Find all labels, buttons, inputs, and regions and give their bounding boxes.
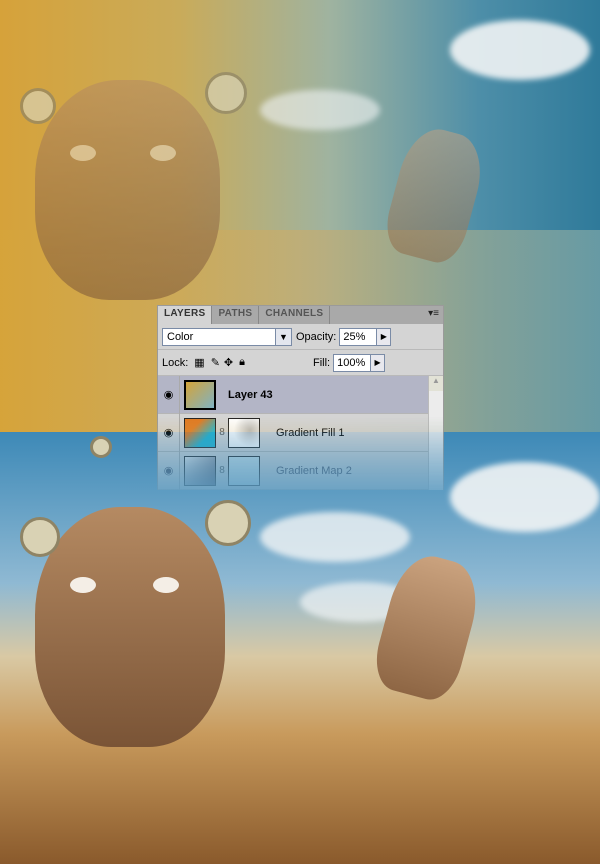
clock [20, 88, 56, 124]
chevron-down-icon[interactable]: ▼ [275, 328, 291, 345]
opacity-slider-arrow-icon[interactable]: ▶ [377, 327, 392, 346]
mask-thumbnail [228, 455, 260, 486]
cloud [260, 512, 410, 562]
layer-name: Gradient Fill 1 [276, 426, 345, 439]
cloud [260, 90, 380, 130]
blend-row: Color ▼ Opacity: 25% ▶ [158, 324, 443, 350]
visibility-eye-icon[interactable]: ◉ [158, 413, 180, 452]
layer-thumbnail [184, 379, 216, 410]
scroll-up-icon[interactable]: ▲ [429, 376, 443, 391]
clock [205, 72, 247, 114]
layer-row-layer-43[interactable]: ◉ Layer 43 [158, 375, 428, 414]
link-chain-icon[interactable]: 8 [216, 465, 228, 476]
layer-name: Gradient Map 2 [276, 464, 352, 477]
lock-transparency-icon[interactable]: ▦ [194, 356, 204, 369]
cloud [450, 20, 590, 80]
fill-slider-arrow-icon[interactable]: ▶ [371, 353, 386, 372]
fill-label: Fill: [313, 356, 331, 369]
clock [90, 436, 112, 458]
artwork-original [0, 432, 600, 864]
clock [205, 500, 251, 546]
gradient-map-thumbnail [184, 455, 216, 486]
link-chain-icon[interactable]: 8 [216, 427, 228, 438]
cloud [450, 462, 600, 532]
clock [20, 517, 60, 557]
tab-channels[interactable]: CHANNELS [259, 306, 331, 324]
lock-label: Lock: [162, 356, 189, 369]
layer-name: Layer 43 [228, 388, 273, 401]
layers-scrollbar[interactable]: ▲ [428, 376, 443, 490]
layer-row-gradient-map-2[interactable]: ◉ 8 Gradient Map 2 [158, 451, 428, 490]
blend-mode-value: Color [167, 330, 194, 343]
mask-sculpture [35, 507, 225, 747]
hand [368, 548, 487, 706]
lock-row: Lock: ▦ ✎ ✥ 🔒︎ Fill: 100% ▶ [158, 350, 443, 376]
opacity-input[interactable]: 25% [339, 327, 378, 346]
opacity-label: Opacity: [296, 330, 337, 343]
layer-row-gradient-fill-1[interactable]: ◉ 8 Gradient Fill 1 [158, 413, 428, 452]
lock-move-icon[interactable]: ✥ [224, 356, 233, 369]
panel-tabs: LAYERS PATHS CHANNELS ▾≡ [158, 306, 443, 324]
blend-mode-select[interactable]: Color ▼ [162, 327, 292, 346]
mask-thumbnail [228, 417, 260, 448]
visibility-eye-icon[interactable]: ◉ [158, 375, 180, 414]
layers-panel: LAYERS PATHS CHANNELS ▾≡ Color ▼ Opacity:… [157, 305, 444, 490]
mask-sculpture [35, 80, 220, 300]
tab-layers[interactable]: LAYERS [158, 306, 213, 324]
lock-paint-icon[interactable]: ✎ [211, 356, 220, 369]
fill-input[interactable]: 100% [333, 353, 372, 372]
tab-paths[interactable]: PATHS [212, 306, 260, 324]
lock-all-icon[interactable]: 🔒︎ [239, 356, 245, 369]
panel-menu-icon[interactable]: ▾≡ [428, 308, 439, 319]
gradient-thumbnail [184, 417, 216, 448]
visibility-eye-icon[interactable]: ◉ [158, 451, 180, 490]
